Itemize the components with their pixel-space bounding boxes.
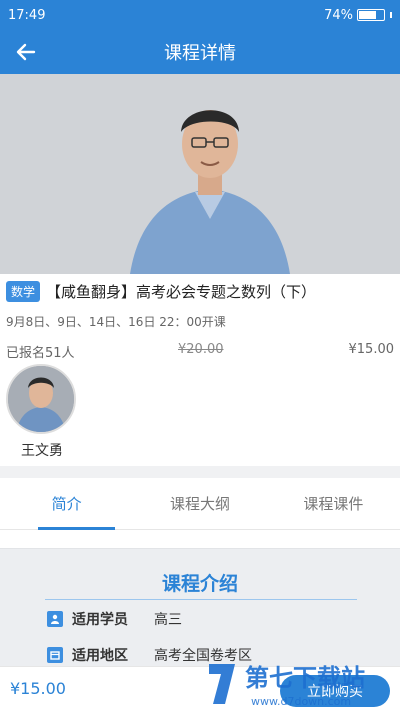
current-price: ¥15.00 [348,342,395,357]
buy-now-button[interactable]: 立即购买 [280,675,390,707]
price-row: 已报名51人 ¥20.00 ¥15.00 [6,342,394,361]
battery-indicator: 74% [324,8,392,23]
teacher-card[interactable]: 王文勇 [6,364,78,460]
intro-heading: 课程介绍 [161,573,238,595]
course-title-row: 数学 【咸鱼翻身】高考必会专题之数列（下） [6,281,316,302]
course-intro-section: 课程介绍 适用学员 高三 适用地区 高考全国卷考区 [0,548,400,678]
bottom-bar: ¥15.00 立即购买 [0,666,400,711]
info-row-students: 适用学员 高三 [47,609,182,629]
course-schedule: 9月8日、9日、14日、16日 22：00开课 [6,315,226,329]
status-time: 17:49 [8,7,46,23]
info-key-region: 适用地区 [72,648,128,664]
teacher-photo [0,74,400,274]
info-value-region: 高考全国卷考区 [154,648,252,664]
info-key-students: 适用学员 [72,612,128,628]
status-bar: 17:49 74% [0,0,400,30]
person-icon [47,611,63,627]
course-title: 【咸鱼翻身】高考必会专题之数列（下） [46,283,317,301]
calendar-icon [47,647,63,663]
page-title: 课程详情 [164,43,236,64]
tab-bar: 简介 课程大纲 课程课件 [0,478,400,530]
tab-outline[interactable]: 课程大纲 [133,478,266,529]
intro-divider [45,599,357,600]
subject-badge: 数学 [6,281,41,302]
arrow-left-icon [16,43,36,61]
info-value-students: 高三 [154,612,182,628]
original-price: ¥20.00 [178,342,224,357]
enrolled-count: 已报名51人 [6,346,75,361]
course-cover-image [0,74,400,274]
tab-courseware[interactable]: 课程课件 [267,478,400,529]
tab-intro[interactable]: 简介 [0,478,133,530]
battery-percent: 74% [324,7,353,23]
back-button[interactable] [12,38,40,66]
app-bar: 课程详情 [0,30,400,74]
teacher-avatar [6,364,76,434]
battery-icon [357,9,385,21]
teacher-name: 王文勇 [21,443,63,459]
bottom-price: ¥15.00 [10,679,66,698]
info-row-region: 适用地区 高考全国卷考区 [47,645,252,665]
section-divider [0,466,400,478]
